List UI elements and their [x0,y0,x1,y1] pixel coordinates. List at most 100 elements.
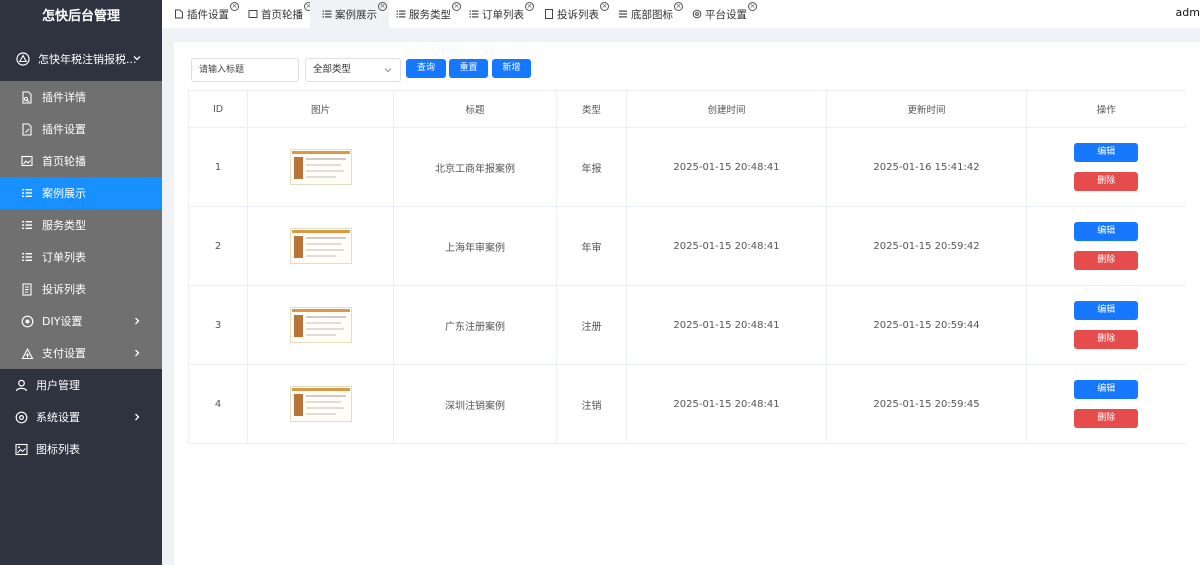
edit-button[interactable]: 编辑 [1074,380,1139,399]
close-icon[interactable]: × [378,2,387,11]
edit-button[interactable]: 编辑 [1074,222,1139,241]
cell-updated: 2025-01-16 15:41:42 [826,127,1027,207]
column-header-created: 创建时间 [626,90,827,128]
chevron-right-icon [130,314,144,328]
query-button[interactable]: 查询 [406,59,446,78]
case-thumbnail[interactable] [289,228,352,264]
tab-order-list[interactable]: 订单列表 × [469,0,534,28]
chevron-right-icon [130,346,144,360]
close-icon[interactable]: × [600,2,609,11]
tab-home-carousel[interactable]: 首页轮播 × [248,0,313,28]
document-icon [544,9,554,19]
delete-button[interactable]: 删除 [1074,172,1139,191]
file-edit-icon [174,9,184,19]
sidebar-item-label: 案例展示 [42,187,86,200]
cell-type: 年审 [556,206,627,286]
cell-title: 北京工商年报案例 [393,127,557,207]
tab-complaint-list[interactable]: 投诉列表 × [544,0,609,28]
sidebar-item-payment-settings[interactable]: 支付设置 [0,337,162,369]
sidebar-item-label: DIY设置 [42,315,83,328]
sidebar-item-label: 投诉列表 [42,283,86,296]
cell-actions: 编辑 删除 [1026,127,1186,207]
menu-icon [618,9,628,19]
cell-actions: 编辑 删除 [1026,364,1186,444]
user-name[interactable]: adm [1176,6,1200,19]
delete-button[interactable]: 删除 [1074,409,1139,428]
sidebar-item-plugin-detail[interactable]: 插件详情 [0,81,162,113]
close-icon[interactable]: × [525,2,534,11]
delete-button[interactable]: 删除 [1074,330,1139,349]
sidebar-item-diy-settings[interactable]: DIY设置 [0,305,162,337]
cell-created: 2025-01-15 20:48:41 [626,206,827,286]
tab-platform-settings[interactable]: 平台设置 × [692,0,757,28]
close-icon[interactable]: × [230,2,239,11]
case-thumbnail[interactable] [289,386,352,422]
close-icon[interactable]: × [452,2,461,11]
cell-id: 1 [188,127,248,207]
type-select-value: 全部类型 [313,64,352,75]
tab-label: 平台设置 [705,8,747,21]
table-row: 2 上海年审案例 年审 2025-01-15 20:48:41 2025-01-… [188,206,1186,286]
sidebar-item-label: 插件详情 [42,91,86,104]
column-header-id: ID [188,90,248,128]
circle-icon [20,314,34,328]
brand-title: 怎快后台管理 [41,9,120,24]
user-icon [14,378,28,392]
cell-image [247,285,394,365]
payment-icon [20,346,34,360]
edit-button[interactable]: 编辑 [1074,301,1139,320]
picture-icon [14,442,28,456]
sidebar-item-label: 怎快年税注销报税... [38,52,137,66]
chevron-right-icon [130,410,144,424]
close-icon[interactable]: × [748,2,757,11]
type-select[interactable]: 全部类型 [305,58,401,82]
cell-created: 2025-01-15 20:48:41 [626,285,827,365]
close-icon[interactable]: × [674,2,683,11]
add-button[interactable]: 新增 [492,59,531,78]
sidebar-item-plugin-group[interactable]: 怎快年税注销报税... [0,36,162,81]
tab-bottom-icons[interactable]: 底部图标 × [618,0,683,28]
tab-service-type[interactable]: 服务类型 × [396,0,461,28]
cell-image [247,206,394,286]
column-header-image: 图片 [247,90,394,128]
column-header-title: 标题 [393,90,557,128]
sidebar-item-order-list[interactable]: 订单列表 [0,241,162,273]
tab-label: 首页轮播 [261,8,303,21]
sidebar-item-system-settings[interactable]: 系统设置 [0,401,162,433]
sidebar-item-service-type[interactable]: 服务类型 [0,209,162,241]
list-icon [469,9,479,19]
file-icon [20,90,34,104]
image-icon [20,154,34,168]
reset-button[interactable]: 重置 [449,59,488,78]
sidebar-item-user-management[interactable]: 用户管理 [0,369,162,401]
sidebar-item-label: 图标列表 [36,443,80,456]
sidebar-item-complaint-list[interactable]: 投诉列表 [0,273,162,305]
cell-updated: 2025-01-15 20:59:45 [826,364,1027,444]
tab-case-display[interactable]: 案例展示 × [310,0,389,28]
tab-label: 订单列表 [482,8,524,21]
edit-button[interactable]: 编辑 [1074,143,1139,162]
tab-bar: 插件设置 × 首页轮播 × 案例展示 × 服务类型 × 订单列表 × 投诉列表 … [162,0,1200,28]
sidebar-item-label: 订单列表 [42,251,86,264]
column-header-type: 类型 [556,90,627,128]
case-thumbnail[interactable] [289,149,352,185]
cell-type: 注册 [556,285,627,365]
tab-label: 底部图标 [631,8,673,21]
sidebar-item-icon-list[interactable]: 图标列表 [0,433,162,465]
sidebar-item-plugin-settings[interactable]: 插件设置 [0,113,162,145]
sidebar-item-home-carousel[interactable]: 首页轮播 [0,145,162,177]
cell-created: 2025-01-15 20:48:41 [626,364,827,444]
search-input[interactable] [191,58,299,82]
cell-title: 深圳注销案例 [393,364,557,444]
case-thumbnail[interactable] [289,307,352,343]
cell-created: 2025-01-15 20:48:41 [626,127,827,207]
sidebar-item-label: 首页轮播 [42,155,86,168]
tab-label: 插件设置 [187,8,229,21]
list-icon [20,218,34,232]
chevron-down-icon [130,51,144,65]
sidebar-item-case-display[interactable]: 案例展示 [0,177,162,209]
delete-button[interactable]: 删除 [1074,251,1139,270]
sidebar-item-label: 用户管理 [36,379,80,392]
tab-plugin-settings[interactable]: 插件设置 × [174,0,239,28]
tab-label: 投诉列表 [557,8,599,21]
